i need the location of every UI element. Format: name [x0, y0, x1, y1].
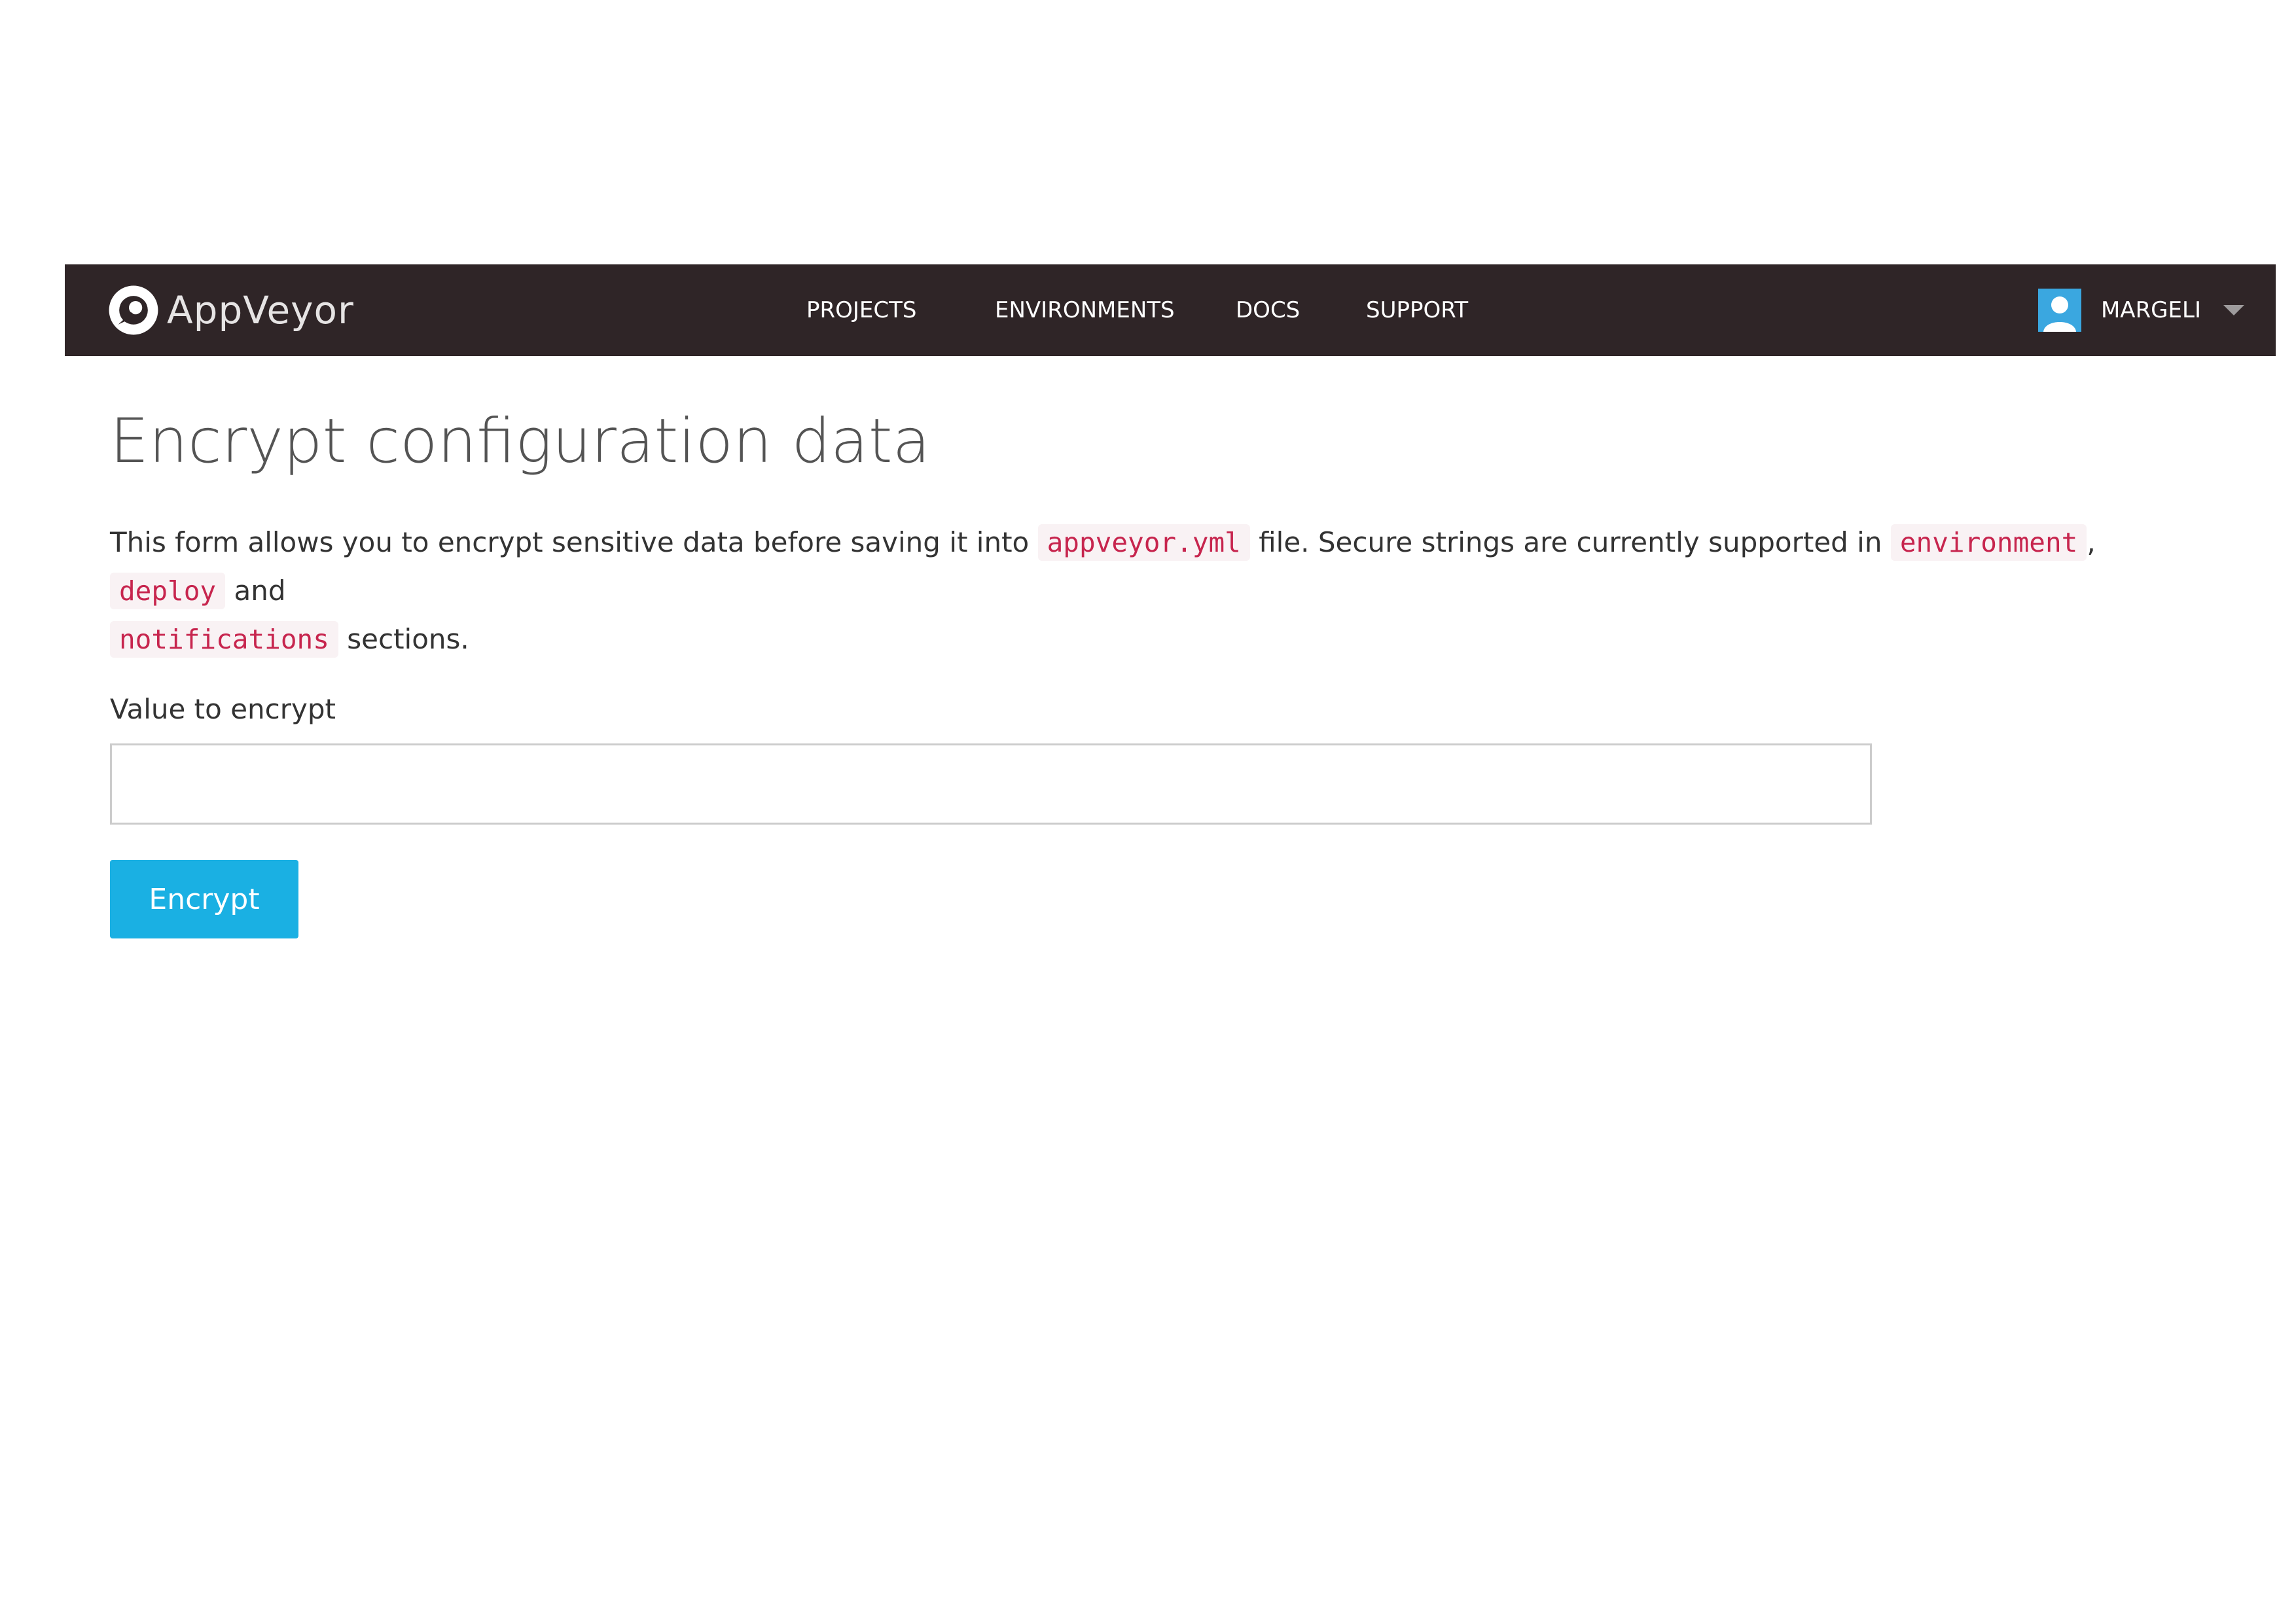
brand-link[interactable]: AppVeyor — [108, 264, 354, 356]
user-name: MARGELI — [2100, 297, 2201, 323]
nav-environments[interactable]: ENVIRONMENTS — [995, 264, 1175, 356]
encrypt-button[interactable]: Encrypt — [110, 860, 298, 938]
appveyor-logo-icon — [109, 285, 158, 335]
user-menu[interactable]: MARGELI — [2037, 264, 2244, 356]
value-to-encrypt-input[interactable] — [110, 743, 1872, 825]
code-notifications: notifications — [110, 621, 338, 658]
code-environment: environment — [1890, 524, 2087, 561]
description-text: file. Secure strings are currently suppo… — [1259, 526, 1882, 558]
description-text: and — [234, 575, 286, 607]
brand-name: AppVeyor — [167, 288, 354, 332]
description-text: sections. — [347, 623, 469, 655]
user-avatar-icon — [2037, 289, 2081, 332]
caret-down-icon[interactable] — [2223, 305, 2244, 315]
page-description: This form allows you to encrypt sensitiv… — [110, 518, 2204, 664]
value-to-encrypt-label: Value to encrypt — [110, 693, 336, 725]
code-appveyor-yml: appveyor.yml — [1037, 524, 1250, 561]
page-title: Encrypt configuration data — [110, 406, 931, 477]
nav-support[interactable]: SUPPORT — [1366, 264, 1468, 356]
description-text: This form allows you to encrypt sensitiv… — [110, 526, 1030, 558]
nav-projects[interactable]: PROJECTS — [806, 264, 917, 356]
nav-docs[interactable]: DOCS — [1236, 264, 1300, 356]
code-deploy: deploy — [110, 573, 226, 609]
description-comma: , — [2087, 526, 2096, 558]
main-content: Encrypt configuration data This form all… — [110, 393, 2204, 938]
top-navbar: AppVeyor PROJECTS ENVIRONMENTS DOCS SUPP… — [65, 264, 2276, 356]
